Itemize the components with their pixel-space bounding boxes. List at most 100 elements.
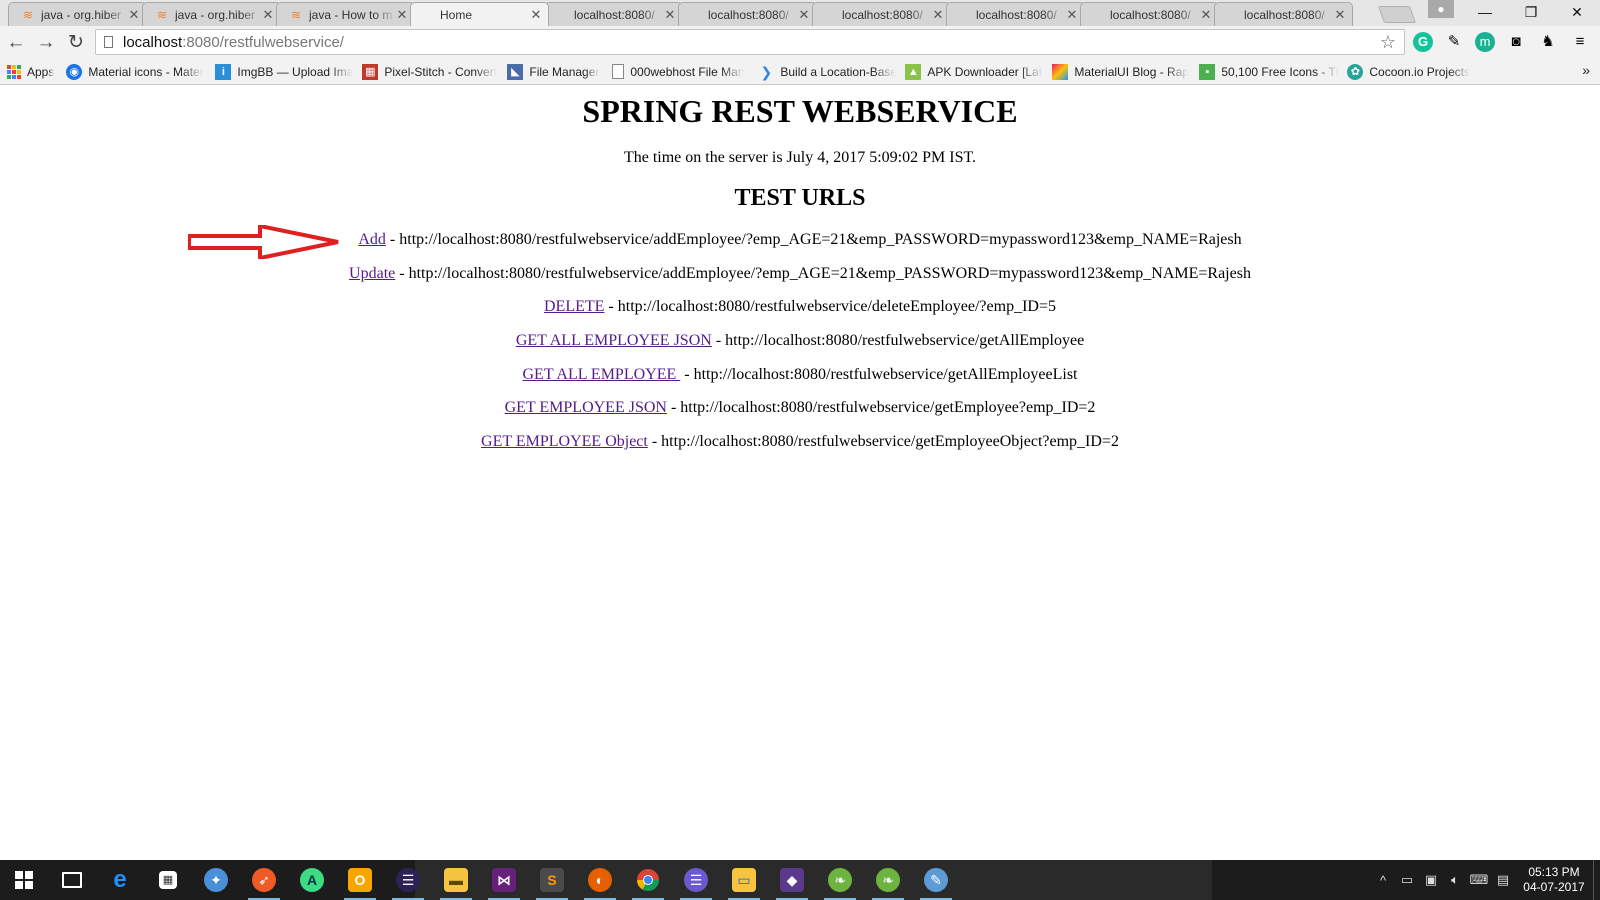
bookmark-location-based[interactable]: ❯ Build a Location-Base — [758, 60, 896, 84]
taskbar-firefox[interactable]: ◐ — [576, 860, 624, 900]
chrome-menu-icon[interactable]: ≡ — [1569, 31, 1591, 53]
bookmarks-overflow-button[interactable]: » — [1582, 62, 1590, 78]
close-icon[interactable]: ✕ — [1066, 8, 1078, 21]
taskbar-outlook[interactable]: O — [336, 860, 384, 900]
clock-date: 04-07-2017 — [1523, 880, 1585, 894]
task-view-icon — [62, 872, 82, 888]
get-employee-object-link[interactable]: GET EMPLOYEE Object — [481, 433, 648, 450]
tools-extension-icon[interactable]: ✎ — [1443, 31, 1465, 53]
close-icon[interactable]: ✕ — [530, 8, 542, 21]
start-button[interactable] — [0, 860, 48, 900]
close-icon[interactable]: ✕ — [1200, 8, 1212, 21]
address-bar[interactable]: localhost :8080/restfulwebservice/ ☆ — [95, 29, 1405, 55]
bookmark-apk-downloader[interactable]: ▲ APK Downloader [Late — [905, 60, 1043, 84]
tab-4-active[interactable]: Home ✕ — [410, 2, 549, 26]
apps-grid-icon — [7, 64, 21, 79]
taskbar-clock[interactable]: 05:13 PM 04-07-2017 — [1515, 865, 1593, 895]
profile-button[interactable]: ● — [1428, 0, 1454, 18]
close-icon[interactable]: ✕ — [1334, 8, 1346, 21]
delete-link[interactable]: DELETE — [544, 298, 604, 315]
chevron-up-icon[interactable]: ^ — [1371, 873, 1395, 888]
tab-10[interactable]: localhost:8080/ ✕ — [1214, 2, 1353, 26]
page-info-icon[interactable] — [104, 36, 113, 48]
minimize-button[interactable]: — — [1462, 0, 1508, 24]
bookmark-free-icons[interactable]: ▪ 50,100 Free Icons - Th — [1199, 60, 1339, 84]
show-desktop-button[interactable] — [1593, 860, 1600, 900]
tab-7[interactable]: localhost:8080/ ✕ — [812, 2, 951, 26]
forward-arrow-icon[interactable]: → — [32, 29, 60, 57]
bookmark-material-icons[interactable]: ◉ Material icons - Mater — [66, 60, 206, 84]
taskbar-spring-1[interactable]: ❧ — [816, 860, 864, 900]
close-icon[interactable]: ✕ — [128, 8, 140, 21]
tab-1[interactable]: ≋ java - org.hiber ✕ — [8, 2, 147, 26]
url-line-get-employee-object: GET EMPLOYEE Object - http://localhost:8… — [0, 433, 1600, 451]
back-arrow-icon[interactable]: ← — [2, 29, 30, 57]
tab-8[interactable]: localhost:8080/ ✕ — [946, 2, 1085, 26]
bookmark-file-manager[interactable]: ◣ File Manager — [507, 60, 602, 84]
taskbar-eclipse[interactable]: ☰ — [384, 860, 432, 900]
evernote-icon[interactable]: ♞ — [1537, 31, 1559, 53]
taskbar-sublime[interactable]: S — [528, 860, 576, 900]
taskbar-file-explorer[interactable]: ▬ — [432, 860, 480, 900]
bookmark-imgbb[interactable]: i ImgBB — Upload Ima — [215, 60, 355, 84]
taskbar-store[interactable]: ▦ — [144, 860, 192, 900]
bookmark-materialui-blog[interactable]: MaterialUI Blog - Rap — [1052, 60, 1190, 84]
close-icon[interactable]: ✕ — [396, 8, 408, 21]
tab-3[interactable]: ≋ java - How to m ✕ — [276, 2, 415, 26]
materialui-icon — [1052, 63, 1069, 80]
pocket-icon[interactable]: ◙ — [1505, 31, 1527, 53]
taskbar-explorer[interactable]: ▭ — [720, 860, 768, 900]
taskbar-android-studio[interactable]: A — [288, 860, 336, 900]
volume-icon[interactable]: 🔈︎ — [1443, 872, 1467, 888]
taskbar-game[interactable]: ◆ — [768, 860, 816, 900]
taskbar-visual-studio[interactable]: ⋈ — [480, 860, 528, 900]
m-extension-icon[interactable]: m — [1475, 32, 1495, 52]
task-view-button[interactable] — [48, 860, 96, 900]
visual-studio-icon: ⋈ — [492, 868, 516, 892]
network-icon[interactable]: ▭ — [1395, 872, 1419, 888]
close-window-button[interactable]: ✕ — [1554, 0, 1600, 24]
add-link[interactable]: Add — [358, 231, 386, 248]
get-employee-json-link[interactable]: GET EMPLOYEE JSON — [505, 399, 667, 416]
bookmark-cocoon[interactable]: ✿ Cocoon.io Projects — [1347, 60, 1477, 84]
tab-5[interactable]: localhost:8080/ ✕ — [544, 2, 683, 26]
update-link[interactable]: Update — [349, 265, 395, 282]
grammarly-icon[interactable]: G — [1413, 32, 1433, 52]
taskbar-chrome[interactable] — [624, 860, 672, 900]
bookmark-label: Pixel-Stitch - Convert — [384, 64, 498, 79]
taskbar-edge[interactable]: e — [96, 860, 144, 900]
action-center-icon[interactable]: ▤ — [1491, 872, 1515, 888]
get-employee-object-url-text: - http://localhost:8080/restfulwebservic… — [647, 433, 1119, 450]
taskbar-spring-2[interactable]: ❧ — [864, 860, 912, 900]
tab-6[interactable]: localhost:8080/ ✕ — [678, 2, 817, 26]
tab-title: localhost:8080/ — [976, 7, 1057, 22]
bookmark-label: ImgBB — Upload Ima — [237, 64, 354, 79]
window-controls: — ❐ ✕ — [1462, 0, 1600, 24]
url-line-update: Update - http://localhost:8080/restfulwe… — [0, 265, 1600, 283]
update-url-text: - http://localhost:8080/restfulwebservic… — [395, 265, 1251, 282]
close-icon[interactable]: ✕ — [932, 8, 944, 21]
taskbar-postman[interactable]: ➶ — [240, 860, 288, 900]
display-icon[interactable]: ▣ — [1419, 872, 1443, 888]
get-all-employee-link[interactable]: GET ALL EMPLOYEE — [522, 366, 680, 383]
bookmark-apps[interactable]: Apps — [7, 60, 54, 84]
bookmark-000webhost[interactable]: 000webhost File Man — [612, 60, 748, 84]
close-icon[interactable]: ✕ — [664, 8, 676, 21]
taskbar-eclipse-2[interactable]: ☰ — [672, 860, 720, 900]
taskbar-safari[interactable]: ✦ — [192, 860, 240, 900]
close-icon[interactable]: ✕ — [798, 8, 810, 21]
keyboard-icon[interactable]: ⌨ — [1467, 872, 1491, 888]
get-all-employee-json-link[interactable]: GET ALL EMPLOYEE JSON — [516, 332, 712, 349]
bookmark-label: Cocoon.io Projects — [1369, 64, 1471, 79]
new-tab-button[interactable] — [1377, 6, 1417, 23]
location-icon: ❯ — [760, 63, 773, 80]
bookmark-star-icon[interactable]: ☆ — [1380, 32, 1396, 53]
restore-button[interactable]: ❐ — [1508, 0, 1554, 24]
taskbar-paint[interactable]: ✎ — [912, 860, 960, 900]
bookmark-pixel-stitch[interactable]: ▦ Pixel-Stitch - Convert — [362, 60, 498, 84]
file-manager-icon: ◣ — [507, 63, 524, 80]
tab-2[interactable]: ≋ java - org.hiber ✕ — [142, 2, 281, 26]
close-icon[interactable]: ✕ — [262, 8, 274, 21]
tab-9[interactable]: localhost:8080/ ✕ — [1080, 2, 1219, 26]
reload-icon[interactable]: ↻ — [62, 29, 90, 57]
